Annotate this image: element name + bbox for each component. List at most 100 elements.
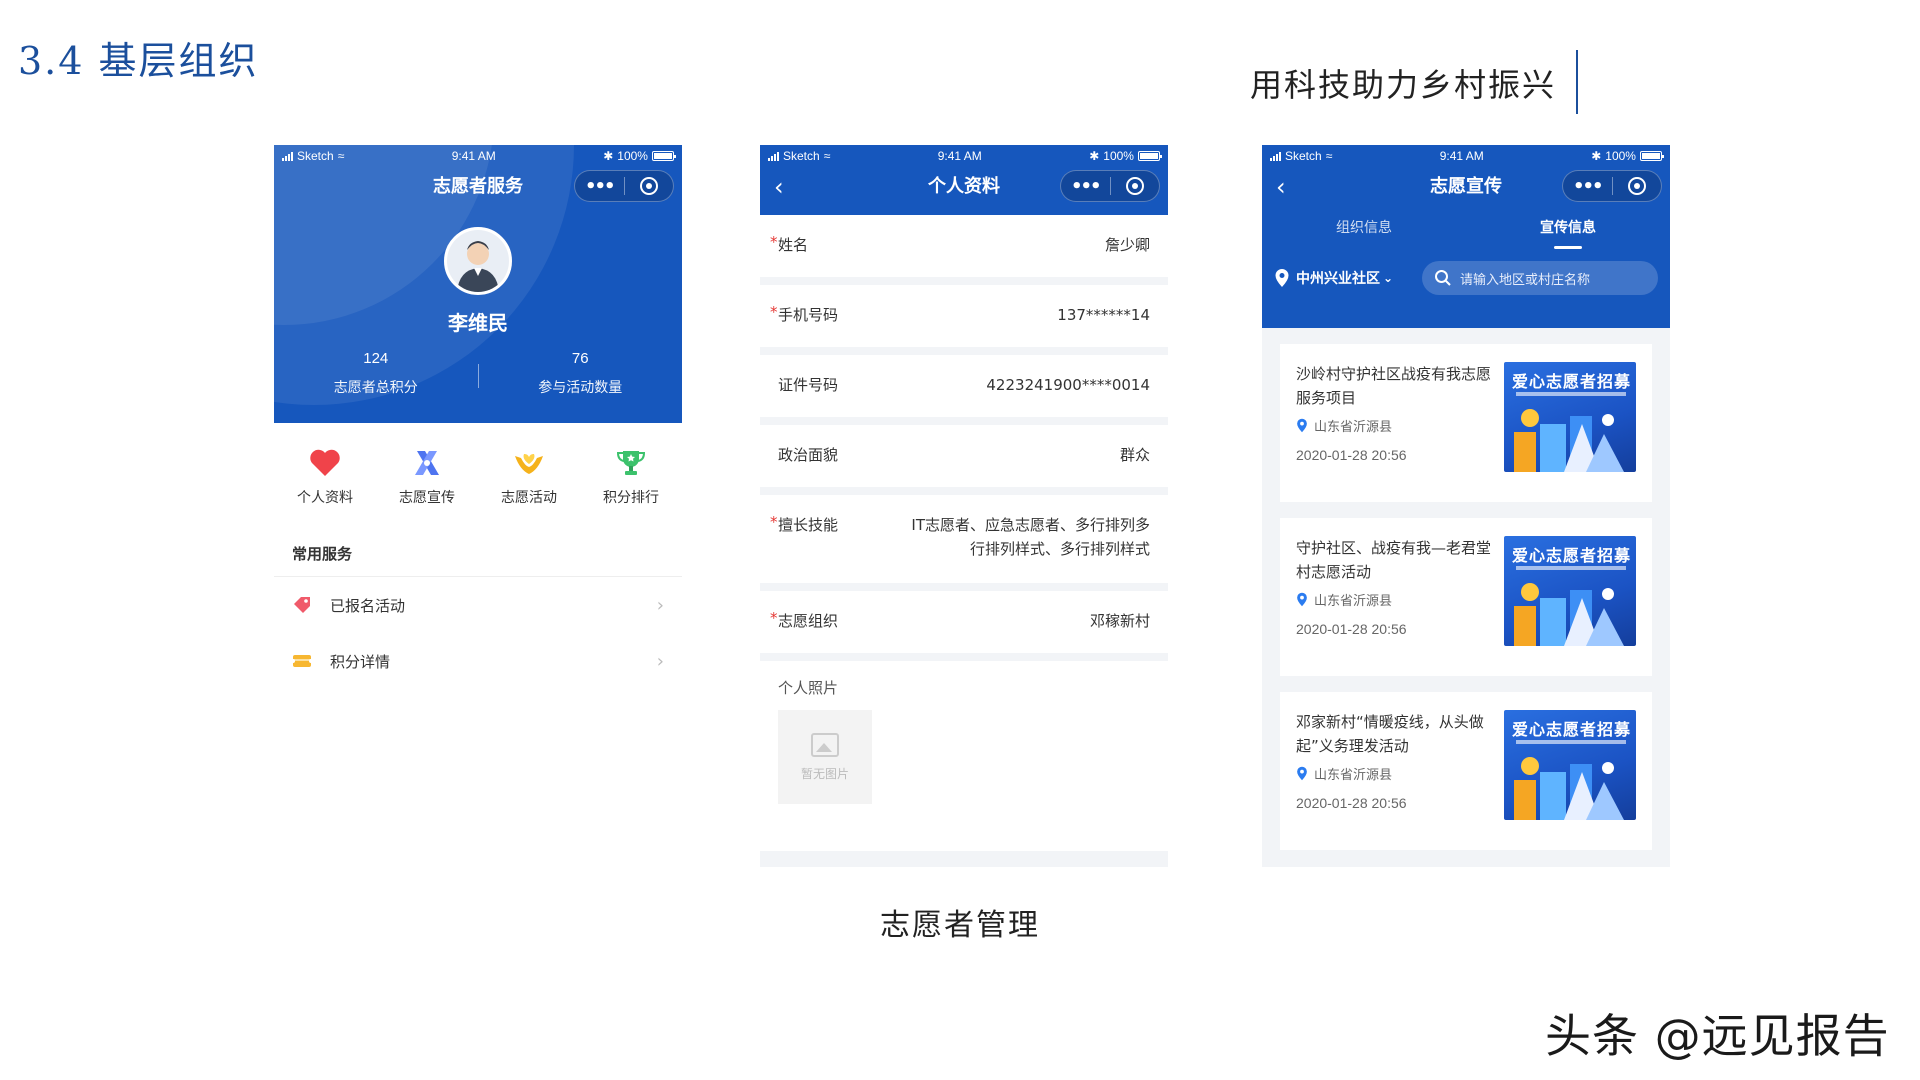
- close-miniprogram-icon[interactable]: [625, 177, 674, 195]
- field-label: 姓名: [778, 236, 809, 254]
- figure-caption: 志愿者管理: [880, 908, 1040, 943]
- quick-action-activity[interactable]: 志愿活动: [478, 445, 580, 507]
- volunteer-promotion-screen: Sketch ≈ 9:41 AM ✱ 100% ‹ 志愿宣传 ••• 组织信息 …: [1262, 145, 1670, 867]
- news-list: 沙岭村守护社区战疫有我志愿服务项目 山东省沂源县 2020-01-28 20:5…: [1262, 328, 1670, 867]
- subtitle-divider: [1576, 50, 1578, 114]
- field-label: 擅长技能: [778, 516, 839, 534]
- field-value: 137******14: [1057, 306, 1150, 324]
- news-thumbnail: 爱心志愿者招募: [1504, 362, 1636, 472]
- news-thumbnail: 爱心志愿者招募: [1504, 710, 1636, 820]
- chevron-right-icon: ›: [656, 650, 664, 672]
- location-pin-icon: [1297, 766, 1307, 781]
- search-input[interactable]: 请输入地区或村庄名称: [1422, 261, 1658, 295]
- quick-action-label: 志愿活动: [501, 490, 557, 506]
- field-label: 证件号码: [778, 376, 839, 394]
- field-value: 詹少卿: [1104, 236, 1150, 254]
- field-organization[interactable]: * 志愿组织 邓稼新村: [760, 591, 1168, 653]
- field-phone[interactable]: * 手机号码 137******14: [760, 285, 1168, 347]
- battery-percent: 100%: [617, 149, 648, 163]
- page-header: Sketch ≈ 9:41 AM ✱ 100% ‹ 个人资料 •••: [760, 145, 1168, 215]
- nav-bar: 志愿者服务 •••: [274, 167, 682, 203]
- required-mark: *: [770, 513, 778, 531]
- nav-title: 个人资料: [928, 176, 1000, 197]
- quick-action-ranking[interactable]: 积分排行: [580, 445, 682, 507]
- total-points-stat[interactable]: 124 志愿者总积分: [274, 350, 478, 397]
- region-label: 中州兴业社区: [1296, 271, 1380, 287]
- field-label: 政治面貌: [778, 446, 839, 464]
- close-miniprogram-icon[interactable]: [1111, 177, 1160, 195]
- menu-item-points-detail[interactable]: 积分详情 ›: [274, 633, 682, 689]
- volunteer-illustration: [1514, 583, 1624, 646]
- field-label: 志愿组织: [778, 612, 839, 630]
- field-value: 群众: [1119, 446, 1150, 464]
- personal-photo-section: 个人照片 暂无图片: [760, 661, 1168, 851]
- news-title: 守护社区、战疫有我—老君堂村志愿活动: [1296, 539, 1492, 581]
- field-political-status[interactable]: 政治面貌 群众: [760, 425, 1168, 487]
- miniprogram-capsule: •••: [574, 170, 674, 202]
- news-info: 邓家新村“情暖疫线，从头做起”义务理发活动 山东省沂源县 2020-01-28 …: [1296, 710, 1504, 832]
- quick-actions: 个人资料 志愿宣传 志愿活动 积分排行: [274, 423, 682, 507]
- status-bar: Sketch ≈ 9:41 AM ✱ 100%: [1262, 145, 1670, 167]
- news-time: 2020-01-28 20:56: [1296, 447, 1407, 463]
- menu-item-registered-activities[interactable]: 已报名活动 ›: [274, 577, 682, 633]
- tab-bar: 组织信息 宣传信息: [1262, 203, 1670, 253]
- wifi-icon: ≈: [823, 149, 831, 163]
- nav-bar: ‹ 志愿宣传 •••: [1262, 167, 1670, 203]
- battery-icon: [1639, 151, 1664, 161]
- field-skills[interactable]: * 擅长技能 IT志愿者、应急志愿者、多行排列多行排列样式、多行排列样式: [760, 495, 1168, 583]
- quick-action-promotion[interactable]: 志愿宣传: [376, 445, 478, 507]
- search-icon: [1435, 270, 1451, 286]
- news-card[interactable]: 守护社区、战疫有我—老君堂村志愿活动 山东省沂源县 2020-01-28 20:…: [1280, 518, 1652, 676]
- page-header: Sketch ≈ 9:41 AM ✱ 100% ‹ 志愿宣传 ••• 组织信息 …: [1262, 145, 1670, 328]
- wifi-icon: ≈: [337, 149, 345, 163]
- back-arrow-icon[interactable]: ‹: [774, 173, 784, 201]
- bluetooth-icon: ✱: [1089, 149, 1100, 163]
- more-icon[interactable]: •••: [575, 176, 624, 197]
- tab-promotion-info[interactable]: 宣传信息: [1466, 217, 1670, 253]
- photo-placeholder-text: 暂无图片: [800, 766, 849, 781]
- quick-action-label: 个人资料: [297, 490, 353, 506]
- signal-icon: [282, 151, 293, 161]
- battery-percent: 100%: [1103, 149, 1134, 163]
- field-value: 4223241900****0014: [986, 376, 1150, 394]
- news-card[interactable]: 沙岭村守护社区战疫有我志愿服务项目 山东省沂源县 2020-01-28 20:5…: [1280, 344, 1652, 502]
- battery-icon: [651, 151, 676, 161]
- filter-bar: 中州兴业社区 ⌄ 请输入地区或村庄名称: [1262, 253, 1670, 303]
- location-pin-icon: [1297, 418, 1307, 433]
- news-time: 2020-01-28 20:56: [1296, 795, 1407, 811]
- image-placeholder-icon: [811, 732, 839, 757]
- activity-count-stat[interactable]: 76 参与活动数量: [479, 350, 683, 397]
- menu-label: 积分详情: [330, 652, 391, 671]
- bluetooth-icon: ✱: [1591, 149, 1602, 163]
- news-card[interactable]: 邓家新村“情暖疫线，从头做起”义务理发活动 山东省沂源县 2020-01-28 …: [1280, 692, 1652, 850]
- required-mark: *: [770, 609, 778, 627]
- location-text: 山东省沂源县: [1314, 594, 1393, 609]
- quick-action-profile[interactable]: 个人资料: [274, 445, 376, 507]
- bluetooth-icon: ✱: [603, 149, 614, 163]
- more-icon[interactable]: •••: [1061, 176, 1110, 197]
- search-placeholder: 请输入地区或村庄名称: [1460, 272, 1591, 288]
- field-id-number[interactable]: 证件号码 4223241900****0014: [760, 355, 1168, 417]
- profile-header: Sketch ≈ 9:41 AM ✱ 100% 志愿者服务 ••• 李维民 12…: [274, 145, 682, 423]
- volunteer-service-screen: Sketch ≈ 9:41 AM ✱ 100% 志愿者服务 ••• 李维民 12…: [274, 145, 682, 705]
- field-name[interactable]: * 姓名 詹少卿: [760, 215, 1168, 277]
- news-location: 山东省沂源县: [1296, 764, 1492, 783]
- region-selector[interactable]: 中州兴业社区 ⌄: [1274, 268, 1422, 288]
- news-info: 守护社区、战疫有我—老君堂村志愿活动 山东省沂源县 2020-01-28 20:…: [1296, 536, 1504, 658]
- chevron-down-icon: ⌄: [1383, 271, 1394, 285]
- close-miniprogram-icon[interactable]: [1613, 177, 1662, 195]
- menu-label: 已报名活动: [330, 596, 406, 615]
- photo-label: 个人照片: [778, 679, 839, 697]
- personal-info-screen: Sketch ≈ 9:41 AM ✱ 100% ‹ 个人资料 ••• * 姓名 …: [760, 145, 1168, 867]
- avatar[interactable]: [444, 227, 512, 295]
- news-title: 沙岭村守护社区战疫有我志愿服务项目: [1296, 365, 1492, 407]
- back-arrow-icon[interactable]: ‹: [1276, 173, 1286, 201]
- more-icon[interactable]: •••: [1563, 176, 1612, 197]
- photo-upload[interactable]: 暂无图片: [778, 710, 872, 804]
- stat-value: 124: [363, 350, 389, 367]
- carrier-label: Sketch: [783, 149, 820, 163]
- stat-label: 参与活动数量: [538, 380, 623, 396]
- tab-organization-info[interactable]: 组织信息: [1262, 217, 1466, 253]
- volunteer-illustration: [1514, 409, 1624, 472]
- news-location: 山东省沂源县: [1296, 416, 1492, 435]
